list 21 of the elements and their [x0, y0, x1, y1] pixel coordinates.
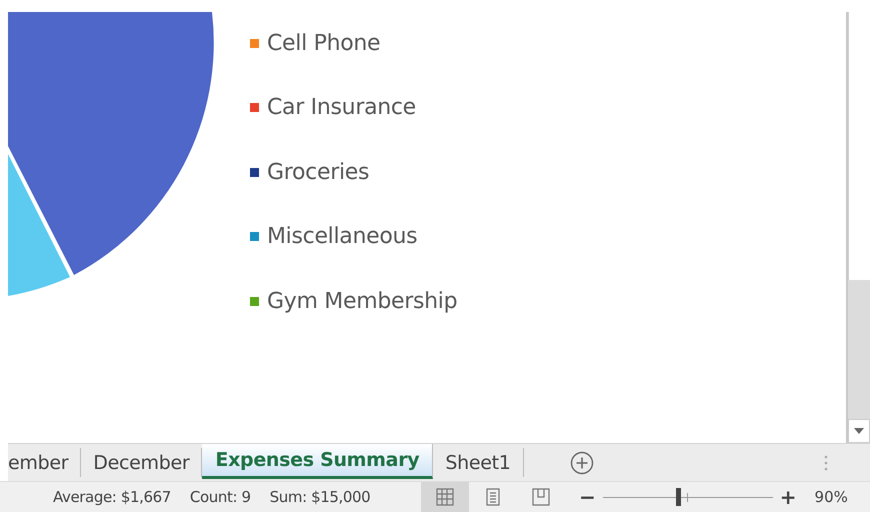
- page-break-view-icon: [532, 488, 550, 506]
- page-layout-view-icon: [484, 488, 502, 506]
- status-stat: Sum: $15,000: [270, 488, 370, 506]
- status-stat: Count: 9: [190, 488, 251, 506]
- legend-label: Gym Membership: [267, 288, 458, 314]
- sheet-tab[interactable]: ember: [8, 448, 82, 477]
- status-stat: Average: $1,667: [53, 488, 171, 506]
- legend-label: Car Insurance: [267, 95, 416, 120]
- sheet-tab[interactable]: Sheet1: [433, 448, 524, 477]
- normal-view-icon: [436, 488, 454, 506]
- zoom-out-button[interactable]: −: [575, 485, 600, 509]
- zoom-level[interactable]: 90%: [814, 488, 848, 506]
- legend-label: Miscellaneous: [267, 224, 418, 249]
- scroll-down-icon[interactable]: [854, 428, 864, 434]
- legend-label: Cell Phone: [267, 30, 380, 56]
- zoom-slider-thumb[interactable]: [676, 488, 681, 506]
- legend-label: Groceries: [267, 160, 370, 184]
- zoom-in-button[interactable]: +: [776, 485, 801, 509]
- sheet-tab[interactable]: Expenses Summary: [202, 444, 434, 479]
- normal-view-button[interactable]: [421, 482, 469, 512]
- add-sheet-icon[interactable]: [570, 450, 594, 475]
